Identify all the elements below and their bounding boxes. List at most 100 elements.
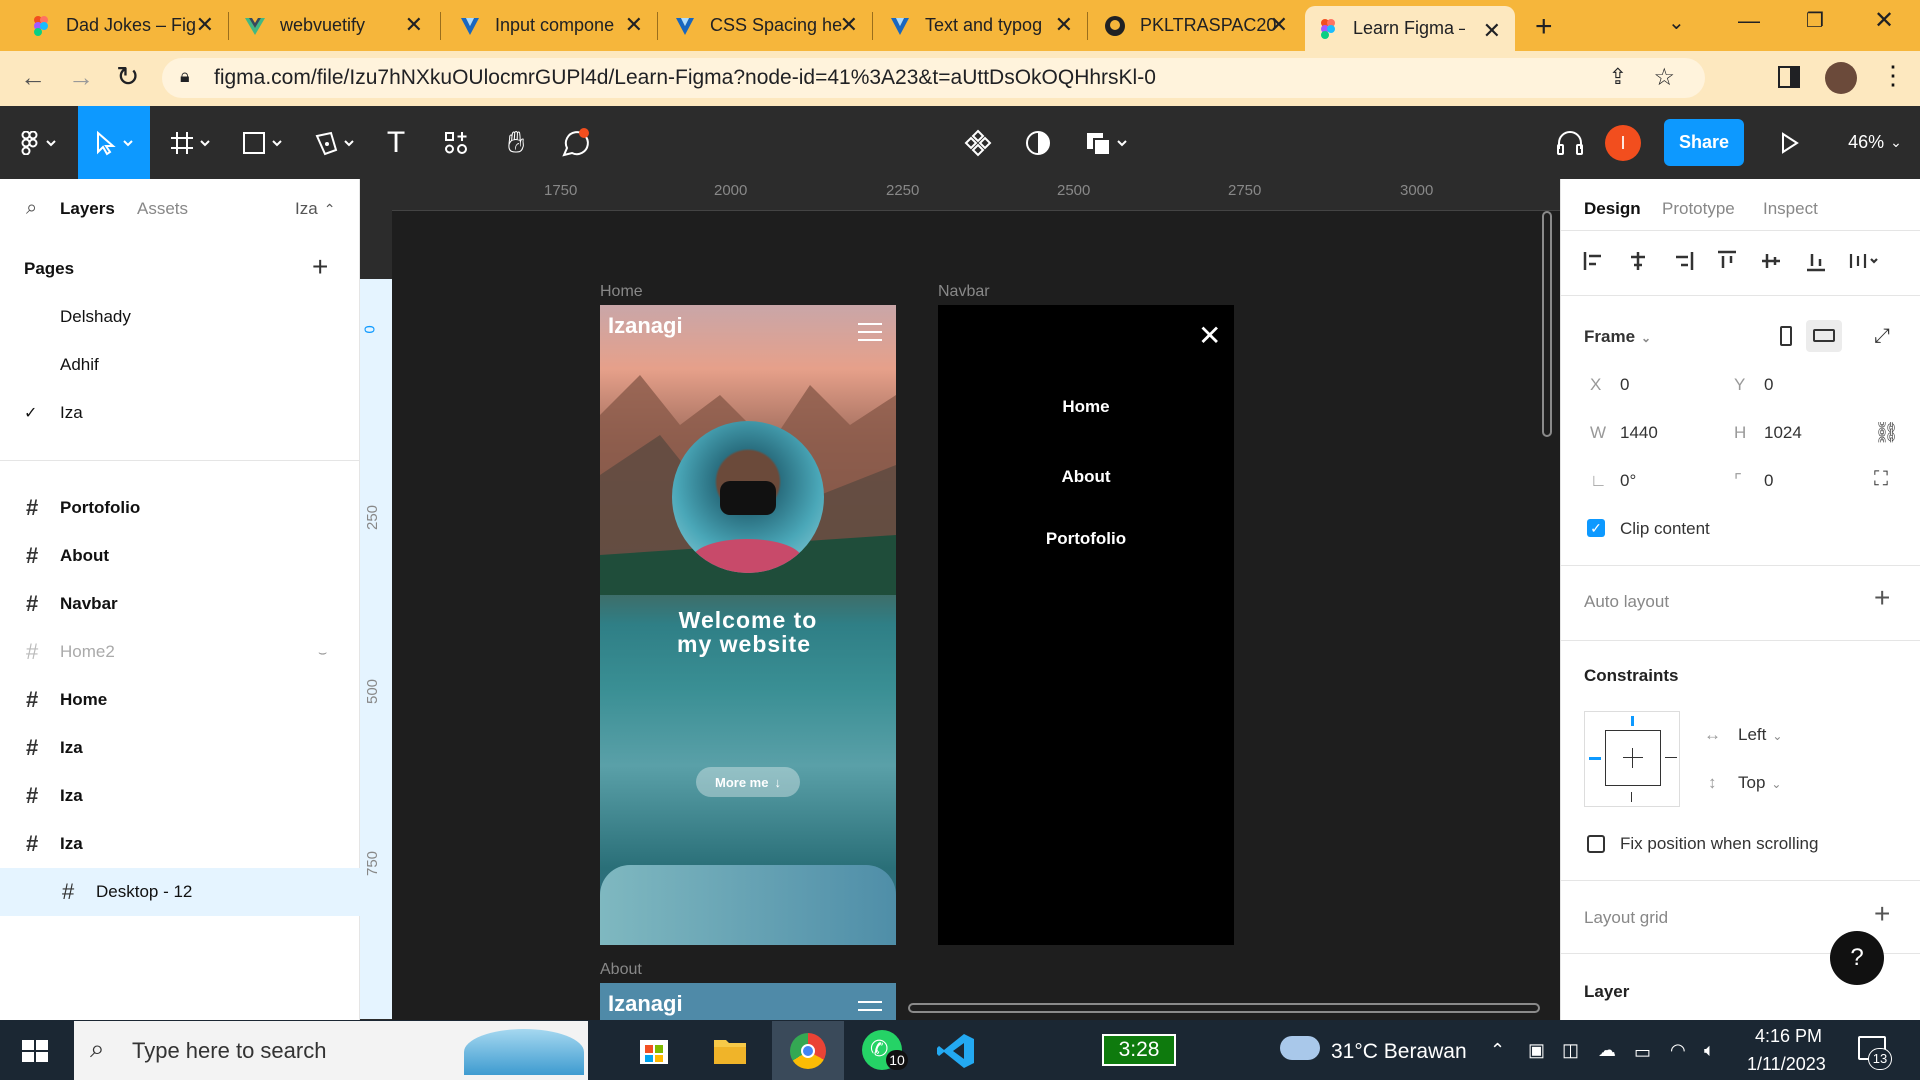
microsoft-store-icon[interactable] (636, 1032, 672, 1068)
volume-icon[interactable]: 🔈︎ (1704, 1040, 1715, 1061)
battery-icon[interactable]: ▭ (1634, 1042, 1651, 1063)
align-h-center-icon[interactable] (1627, 250, 1649, 272)
boolean-ops-icon[interactable] (1080, 106, 1136, 179)
pen-tool-icon[interactable] (306, 106, 364, 179)
shape-tool-icon[interactable] (234, 106, 292, 179)
browser-tab-active[interactable]: Learn Figma – F ✕ (1305, 6, 1515, 51)
align-top-icon[interactable] (1716, 250, 1738, 272)
close-tab-icon[interactable]: ✕ (196, 14, 214, 36)
restore-icon[interactable]: ❐ (1806, 8, 1824, 33)
constraint-top[interactable] (1631, 716, 1634, 726)
weather-cloud-icon[interactable] (1280, 1036, 1320, 1060)
resources-icon[interactable] (436, 106, 476, 179)
frame-label-about[interactable]: About (600, 961, 642, 979)
network-off-icon[interactable]: ☁︎ (1598, 1040, 1616, 1061)
align-right-icon[interactable] (1672, 250, 1694, 272)
align-v-center-icon[interactable] (1760, 250, 1782, 272)
y-input[interactable]: 0 (1764, 375, 1773, 395)
hidden-eye-icon[interactable]: ⌣ (318, 644, 327, 661)
notification-icon[interactable]: 13 (1858, 1036, 1892, 1070)
move-tool-button[interactable] (78, 106, 150, 179)
layer-item[interactable]: # Iza (0, 724, 360, 772)
constraint-bottom[interactable] (1631, 792, 1632, 802)
tray-app-icon[interactable]: ◫ (1562, 1040, 1579, 1061)
present-icon[interactable] (1772, 106, 1808, 179)
add-page-icon[interactable]: + (312, 251, 328, 283)
nav-item-about[interactable]: About (938, 467, 1234, 487)
page-item-active[interactable]: ✓ Iza (0, 389, 360, 437)
share-button[interactable]: Share (1664, 119, 1744, 166)
about-frame[interactable]: Izanagi (600, 983, 896, 1020)
horizontal-constraint-dropdown[interactable]: Left ⌄ (1738, 725, 1782, 745)
browser-tab[interactable]: Input compone ✕ (447, 0, 657, 51)
browser-tab[interactable]: Text and typog ✕ (877, 0, 1087, 51)
close-tab-icon[interactable]: ✕ (1055, 14, 1073, 36)
meet-icon[interactable]: ▣ (1528, 1040, 1545, 1061)
contrast-icon[interactable] (1018, 106, 1058, 179)
side-panel-icon[interactable] (1778, 66, 1800, 88)
frame-label-home[interactable]: Home (600, 283, 643, 301)
minimize-icon[interactable]: — (1738, 8, 1760, 34)
browser-tab[interactable]: CSS Spacing he ✕ (662, 0, 872, 51)
align-bottom-icon[interactable] (1805, 250, 1827, 272)
main-menu-icon[interactable] (10, 106, 70, 179)
horizontal-scrollbar[interactable] (908, 1003, 1540, 1013)
user-avatar[interactable]: I (1605, 125, 1641, 161)
layer-item-selected[interactable]: # Desktop - 12 (0, 868, 360, 916)
browser-tab[interactable]: PKLTRASPAC20 ✕ (1092, 0, 1302, 51)
portrait-icon[interactable] (1780, 326, 1792, 346)
rotation-input[interactable]: 0° (1620, 471, 1636, 491)
add-layout-grid-icon[interactable]: + (1874, 898, 1890, 930)
constraint-right[interactable] (1665, 757, 1677, 758)
nav-item-portofolio[interactable]: Portofolio (938, 529, 1234, 549)
h-input[interactable]: 1024 (1764, 423, 1802, 443)
tab-search-icon[interactable]: ⌄ (1668, 10, 1685, 35)
new-tab-icon[interactable]: + (1535, 10, 1553, 44)
tab-inspect[interactable]: Inspect (1763, 199, 1818, 219)
page-item[interactable]: Delshady (0, 293, 360, 341)
reload-icon[interactable]: ↻ (116, 60, 139, 93)
layer-item[interactable]: # Iza (0, 820, 360, 868)
nav-item-home[interactable]: Home (938, 397, 1234, 417)
resize-to-fit-icon[interactable]: ⤢ (1874, 325, 1890, 348)
hamburger-menu-icon[interactable] (858, 323, 882, 341)
help-button[interactable]: ? (1830, 931, 1884, 985)
constraints-widget[interactable] (1584, 711, 1680, 807)
tab-design[interactable]: Design (1584, 199, 1641, 219)
text-tool-icon[interactable]: T (376, 106, 416, 179)
layer-item[interactable]: # About (0, 532, 360, 580)
frame-label-navbar[interactable]: Navbar (938, 283, 990, 301)
profile-avatar[interactable] (1825, 62, 1857, 94)
vertical-constraint-dropdown[interactable]: Top ⌄ (1738, 773, 1781, 793)
constrain-proportions-icon[interactable]: ⛓︎ (1874, 420, 1899, 445)
url-field[interactable]: 🔒︎ figma.com/file/Izu7hNXkuOUlocmrGUPl4d… (162, 58, 1705, 98)
hamburger-menu-icon[interactable] (858, 1001, 882, 1011)
vertical-scrollbar[interactable] (1542, 211, 1552, 437)
close-tab-icon[interactable]: ✕ (1483, 20, 1501, 42)
taskbar-search-box[interactable]: ⌕ Type here to search (74, 1021, 588, 1080)
browser-tab[interactable]: Dad Jokes – Fig ✕ (18, 0, 228, 51)
page-item[interactable]: Adhif (0, 341, 360, 389)
landscape-button[interactable] (1806, 320, 1842, 352)
x-input[interactable]: 0 (1620, 375, 1629, 395)
close-tab-icon[interactable]: ✕ (625, 14, 643, 36)
independent-corners-icon[interactable]: ⛶ (1874, 468, 1888, 491)
back-icon[interactable]: ← (20, 62, 46, 93)
taskbar-chrome-active[interactable] (772, 1021, 844, 1080)
layer-item[interactable]: # Portofolio (0, 484, 360, 532)
layer-item[interactable]: # Home (0, 676, 360, 724)
windows-start-icon[interactable] (22, 1040, 48, 1067)
share-page-icon[interactable]: ⇪ (1609, 64, 1627, 90)
close-icon[interactable]: ✕ (1198, 319, 1221, 352)
clock-date[interactable]: 1/11/2023 (1747, 1054, 1826, 1075)
battery-timer[interactable]: 3:28 (1102, 1034, 1176, 1066)
more-me-button[interactable]: More me ↓ (696, 767, 800, 797)
browser-tab[interactable]: webvuetify ✕ (232, 0, 437, 51)
close-window-icon[interactable]: ✕ (1874, 6, 1894, 35)
close-tab-icon[interactable]: ✕ (1270, 14, 1288, 36)
headphones-icon[interactable] (1548, 106, 1592, 179)
search-icon[interactable]: ⌕ (26, 197, 37, 220)
tab-assets[interactable]: Assets (137, 199, 188, 219)
file-explorer-icon[interactable] (712, 1034, 748, 1066)
distribute-icon[interactable] (1849, 250, 1883, 272)
